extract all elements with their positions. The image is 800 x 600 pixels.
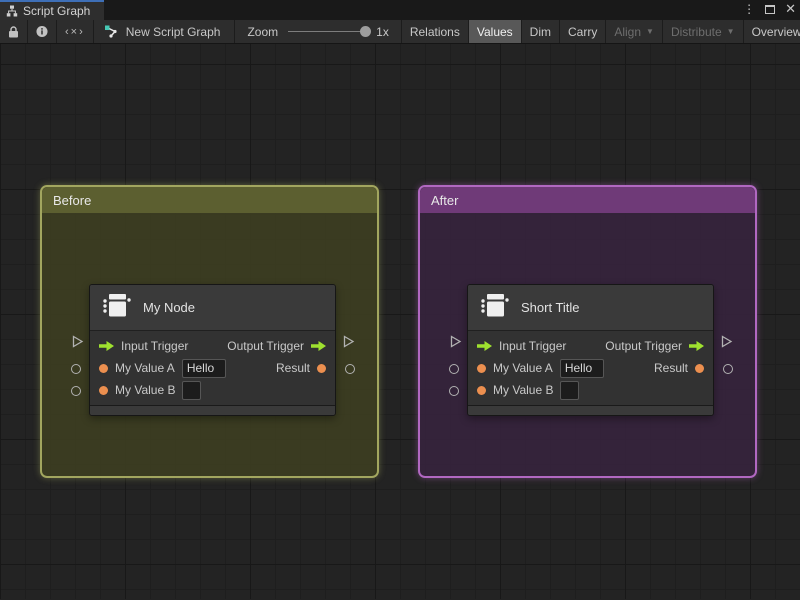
ext-result-port[interactable] [345,364,355,374]
value-a-port[interactable] [99,363,108,373]
ext-trigger-in-port[interactable] [449,335,462,353]
port-row-value-a: My Value A Result [90,357,335,379]
tab-label: Script Graph [23,4,91,18]
unit-icon [102,292,132,324]
value-b-port[interactable] [477,385,486,395]
group-title: Before [53,192,92,208]
group-header[interactable]: Before [42,187,377,213]
value-b-input[interactable] [560,380,580,400]
group-header[interactable]: After [420,187,755,213]
node-body: Input Trigger Output Trigger My Value A … [90,331,335,405]
toolbar: ‹×› New Script Graph Zoom 1x Relations V… [0,20,800,44]
port-row-value-b: My Value B [90,379,335,401]
relations-button[interactable]: Relations [401,20,469,43]
tab-strip: Script Graph ⋮ ✕ [0,0,800,20]
group-after[interactable]: After Short Title Input Trigger Output T… [418,185,757,478]
code-icon: ‹×› [65,25,85,38]
port-label: Result [275,361,310,375]
align-dropdown[interactable]: Align ▼ [606,20,663,43]
lock-button[interactable] [0,20,28,43]
value-b-input[interactable] [182,380,202,400]
script-graph-icon [104,25,118,38]
ext-value-a-port[interactable] [71,364,81,374]
tab-script-graph[interactable]: Script Graph [0,0,105,20]
node-footer [468,405,713,415]
values-button[interactable]: Values [468,20,522,43]
info-button[interactable] [28,20,57,43]
value-a-input[interactable] [559,358,604,378]
node-body: Input Trigger Output Trigger My Value A … [468,331,713,405]
ext-value-b-port[interactable] [71,386,81,396]
node-short-title[interactable]: Short Title Input Trigger Output Trigger [449,284,733,416]
code-view-button[interactable]: ‹×› [57,20,94,43]
zoom-label: Zoom [247,24,279,39]
window-menu-icon[interactable]: ⋮ [743,2,755,16]
ext-result-port[interactable] [723,364,733,374]
value-b-port[interactable] [99,385,108,395]
graph-canvas[interactable]: Before My Node Input Trigger Output Trig… [0,44,800,599]
port-label: Output Trigger [227,339,304,353]
output-trigger-port[interactable] [311,341,326,351]
graph-title-area[interactable]: New Script Graph [93,20,236,43]
port-row-trigger: Input Trigger Output Trigger [90,335,335,357]
result-port[interactable] [695,363,704,373]
graph-title: New Script Graph [125,24,221,39]
chevron-down-icon: ▼ [646,27,654,36]
ext-trigger-out-port[interactable] [342,335,355,353]
input-trigger-port[interactable] [477,341,492,351]
distribute-dropdown[interactable]: Distribute ▼ [662,20,744,43]
result-port[interactable] [317,363,326,373]
node-header[interactable]: Short Title [468,285,713,331]
align-label: Align [614,24,642,39]
node-header[interactable]: My Node [90,285,335,331]
port-label: My Value A [493,361,553,375]
ext-value-a-port[interactable] [449,364,459,374]
value-a-input[interactable] [181,358,226,378]
port-label: My Value A [115,361,175,375]
distribute-label: Distribute [670,24,722,39]
chevron-down-icon: ▼ [726,27,735,36]
port-label: Input Trigger [121,339,189,353]
node-my-node[interactable]: My Node Input Trigger Output Trigger My … [71,284,355,416]
zoom-control: Zoom 1x [235,20,402,43]
carry-button[interactable]: Carry [560,20,607,43]
port-label: My Value B [115,383,176,397]
port-row-trigger: Input Trigger Output Trigger [468,335,713,357]
node-footer [90,405,335,415]
port-label: Input Trigger [499,339,567,353]
graph-hierarchy-icon [6,5,18,17]
maximize-icon[interactable] [765,4,776,14]
unit-icon [480,292,510,324]
group-before[interactable]: Before My Node Input Trigger Output Trig… [40,185,379,478]
port-label: Output Trigger [605,339,682,353]
overview-button[interactable]: Overview [743,20,800,43]
port-label: My Value B [493,383,554,397]
input-trigger-port[interactable] [99,341,114,351]
ext-trigger-in-port[interactable] [71,335,84,353]
node-title: My Node [143,300,196,315]
port-label: Result [653,361,688,375]
zoom-value: 1x [376,24,389,39]
ext-value-b-port[interactable] [449,386,459,396]
dim-button[interactable]: Dim [521,20,560,43]
output-trigger-port[interactable] [689,341,704,351]
zoom-slider[interactable] [288,26,372,37]
port-row-value-b: My Value B [468,379,713,401]
close-icon[interactable]: ✕ [785,2,796,16]
port-row-value-a: My Value A Result [468,357,713,379]
value-a-port[interactable] [477,363,486,373]
zoom-slider-handle[interactable] [360,26,372,37]
group-title: After [431,192,459,208]
node-title: Short Title [521,300,580,315]
ext-trigger-out-port[interactable] [720,335,733,353]
